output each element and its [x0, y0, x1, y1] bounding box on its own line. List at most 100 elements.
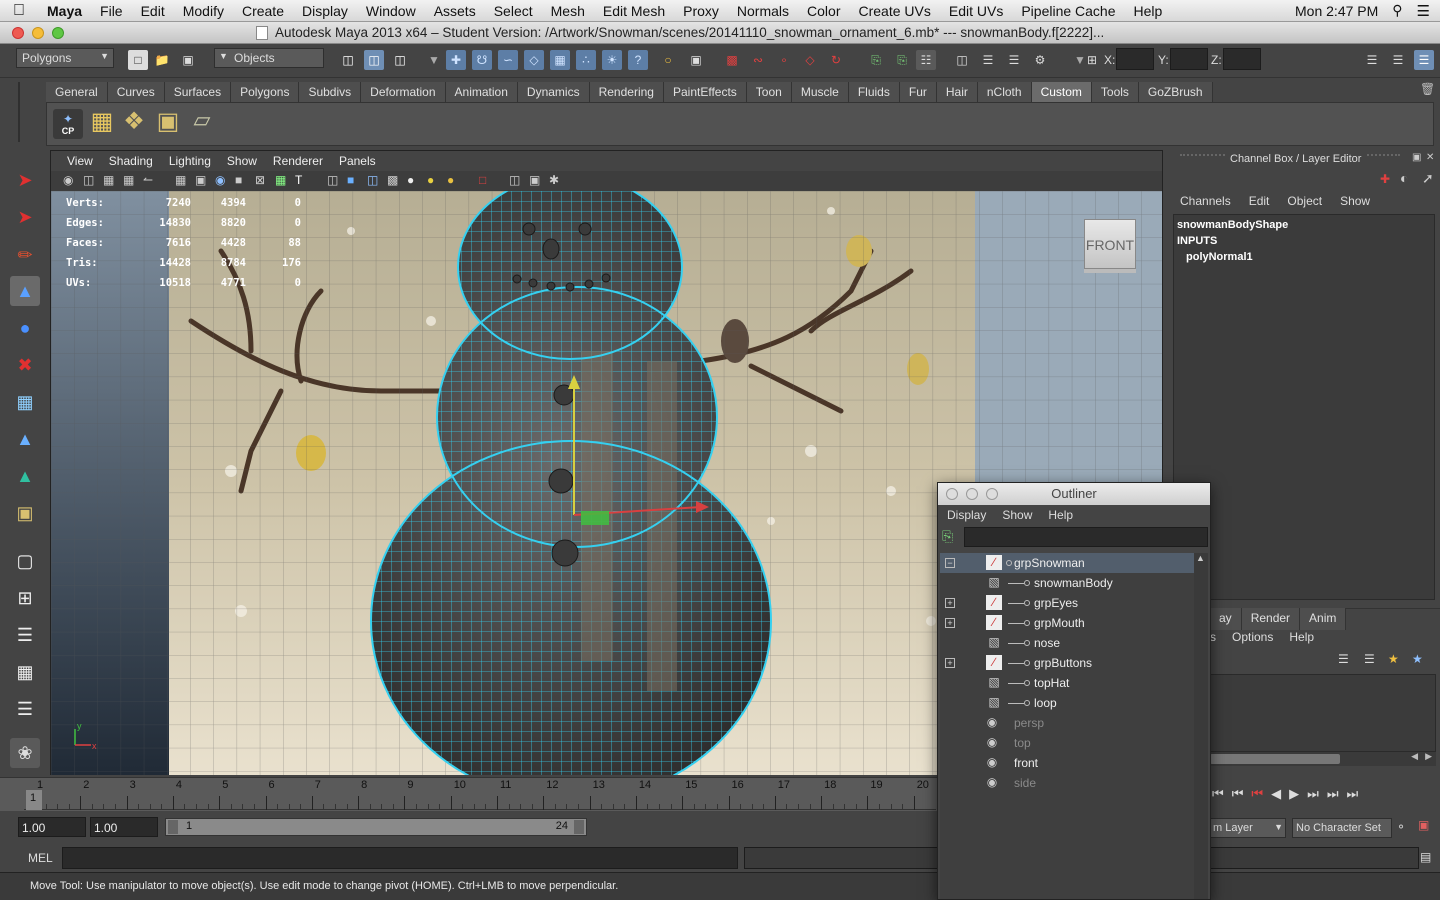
render-view-icon[interactable]: ◫ — [952, 50, 972, 70]
safe-title-icon[interactable]: T — [295, 173, 302, 187]
new-layer-icon[interactable]: ☰ — [1338, 652, 1349, 666]
channelbox-list[interactable]: snowmanBodyShape INPUTS polyNormal1 — [1173, 214, 1435, 600]
wireframe-on-shaded-icon[interactable]: ◫ — [367, 173, 378, 187]
scroll-right-icon[interactable]: ▶ — [1425, 751, 1432, 762]
film-gate-icon[interactable]: ▣ — [195, 173, 206, 187]
select-by-hierarchy-icon[interactable]: ◫ — [338, 50, 358, 70]
step-back-frame-icon[interactable]: ⏮ — [1232, 786, 1244, 806]
menu-assets[interactable]: Assets — [425, 3, 485, 19]
key-icon[interactable]: ⚬ — [1396, 820, 1406, 834]
scroll-up-icon[interactable]: ▲ — [1196, 553, 1205, 563]
gate-mask-icon[interactable]: ■ — [235, 173, 242, 187]
trash-icon[interactable]: 🗑 — [1420, 82, 1435, 96]
z-field[interactable] — [1223, 48, 1261, 70]
minimize-window-icon[interactable] — [32, 27, 44, 39]
channelbox-shape-name[interactable]: snowmanBodyShape — [1177, 219, 1288, 231]
outliner-item[interactable]: ◉ side — [940, 773, 1195, 793]
expand-icon[interactable]: + — [945, 618, 955, 628]
isolate-select-icon[interactable]: □ — [479, 173, 486, 187]
range-start-handle[interactable] — [168, 820, 178, 834]
show-manipulator-icon[interactable]: ▲ — [10, 461, 40, 491]
tab-surfaces[interactable]: Surfaces — [164, 82, 232, 102]
outliner-search-field[interactable] — [964, 527, 1208, 547]
outliner-item[interactable]: ▧ snowmanBody — [940, 573, 1195, 593]
layer-menu-options[interactable]: Options — [1232, 630, 1273, 644]
menu-create[interactable]: Create — [233, 3, 293, 19]
layer-menu-help[interactable]: Help — [1289, 630, 1314, 644]
outliner-menu-show[interactable]: Show — [1002, 508, 1032, 522]
rotate-tool-icon[interactable]: ● — [10, 313, 40, 343]
step-forward-frame-icon[interactable]: ⏭ — [1327, 786, 1339, 806]
step-forward-key-icon[interactable]: ⏭ — [1307, 786, 1319, 806]
notification-list-icon[interactable]: ☰ — [1417, 2, 1430, 20]
select-by-component-icon[interactable]: ◫ — [390, 50, 410, 70]
y-field[interactable] — [1170, 48, 1208, 70]
spotlight-search-icon[interactable]: ⚲ — [1392, 2, 1402, 19]
transform-mode-icon[interactable]: ⊞ — [1082, 50, 1102, 70]
tab-ncloth[interactable]: nCloth — [977, 82, 1032, 102]
attribute-editor-icon[interactable]: ☰ — [1362, 50, 1382, 70]
playback-start-field[interactable]: 1.00 — [90, 817, 158, 837]
select-camera-icon[interactable]: ◉ — [63, 173, 73, 187]
tab-painteffects[interactable]: PaintEffects — [663, 82, 747, 102]
xray-icon[interactable]: ◫ — [509, 173, 520, 187]
menu-create-uvs[interactable]: Create UVs — [850, 3, 940, 19]
scroll-left-icon[interactable]: ◀ — [1411, 751, 1418, 762]
tab-curves[interactable]: Curves — [107, 82, 165, 102]
menu-window[interactable]: Window — [357, 3, 425, 19]
tab-deformation[interactable]: Deformation — [361, 82, 446, 102]
command-input[interactable] — [62, 847, 738, 869]
tab-animation[interactable]: Animation — [445, 82, 518, 102]
camera-attributes-icon[interactable]: ◫ — [83, 173, 94, 187]
tab-rendering[interactable]: Rendering — [589, 82, 664, 102]
add-to-layer-icon[interactable]: ★ — [1388, 652, 1399, 666]
select-surfaces-icon[interactable]: ◇ — [524, 50, 544, 70]
zoom-window-icon[interactable] — [52, 27, 64, 39]
select-rendering-icon[interactable]: ☀ — [602, 50, 622, 70]
shelf-tool-2-icon[interactable]: ❖ — [119, 107, 149, 141]
two-d-pan-zoom-icon[interactable]: ↼ — [143, 173, 153, 187]
open-scene-icon[interactable]: 📁 — [152, 50, 172, 70]
outliner-item[interactable]: ▧ loop — [940, 693, 1195, 713]
snap-to-view-plane-icon[interactable]: ◇ — [800, 50, 820, 70]
outliner-scrollbar[interactable]: ▲ — [1194, 553, 1208, 899]
shadows-icon[interactable]: ● — [427, 173, 434, 187]
outliner-item[interactable]: − ∕ grpSnowman — [940, 553, 1195, 573]
range-bar[interactable]: 1 24 — [165, 818, 587, 836]
tab-hair[interactable]: Hair — [936, 82, 978, 102]
collapse-icon[interactable]: − — [945, 558, 955, 568]
four-pane-layout-icon[interactable]: ⊞ — [10, 583, 40, 613]
wireframe-icon[interactable]: ◫ — [327, 173, 338, 187]
outliner-item[interactable]: ◉ persp — [940, 713, 1195, 733]
snap-to-curve-icon[interactable]: ∾ — [748, 50, 768, 70]
menu-file[interactable]: File — [91, 3, 132, 19]
outliner-item[interactable]: ◉ front — [940, 753, 1195, 773]
layer-scroll-thumb[interactable] — [1210, 754, 1340, 764]
menu-normals[interactable]: Normals — [728, 3, 798, 19]
menu-display[interactable]: Display — [293, 3, 357, 19]
script-type-label[interactable]: MEL — [28, 851, 53, 865]
snap-to-grid-icon[interactable]: ▩ — [722, 50, 742, 70]
soft-modification-icon[interactable]: ▲ — [10, 424, 40, 454]
current-time-marker[interactable]: 1 — [26, 790, 42, 810]
hypershade-layout-icon[interactable]: ☰ — [10, 694, 40, 724]
shelf-tool-3-icon[interactable]: ▣ — [153, 107, 183, 141]
xray-joints-icon[interactable]: ▣ — [529, 173, 540, 187]
bookmarks-icon[interactable]: ▦ — [103, 173, 114, 187]
image-plane-icon[interactable]: ▦ — [123, 173, 134, 187]
snap-to-point-icon[interactable]: ∘ — [774, 50, 794, 70]
persp-graph-layout-icon[interactable]: ▦ — [10, 657, 40, 687]
use-all-lights-icon[interactable]: ● — [407, 173, 414, 187]
new-scene-icon[interactable]: □ — [128, 50, 148, 70]
filter-icon[interactable]: ⎘ — [942, 528, 953, 545]
resolution-gate-icon[interactable]: ◉ — [215, 173, 225, 187]
viewport-menu-shading[interactable]: Shading — [101, 154, 161, 168]
chevron-down-icon[interactable]: ▼ — [424, 50, 444, 70]
tab-fur[interactable]: Fur — [899, 82, 937, 102]
zoom-window-icon[interactable] — [986, 488, 998, 500]
field-chart-icon[interactable]: ⊠ — [255, 173, 265, 187]
menu-proxy[interactable]: Proxy — [674, 3, 728, 19]
play-backwards-icon[interactable]: ◀ — [1271, 786, 1281, 806]
new-layer-from-selected-icon[interactable]: ☰ — [1364, 652, 1375, 666]
range-end-handle[interactable] — [574, 820, 584, 834]
